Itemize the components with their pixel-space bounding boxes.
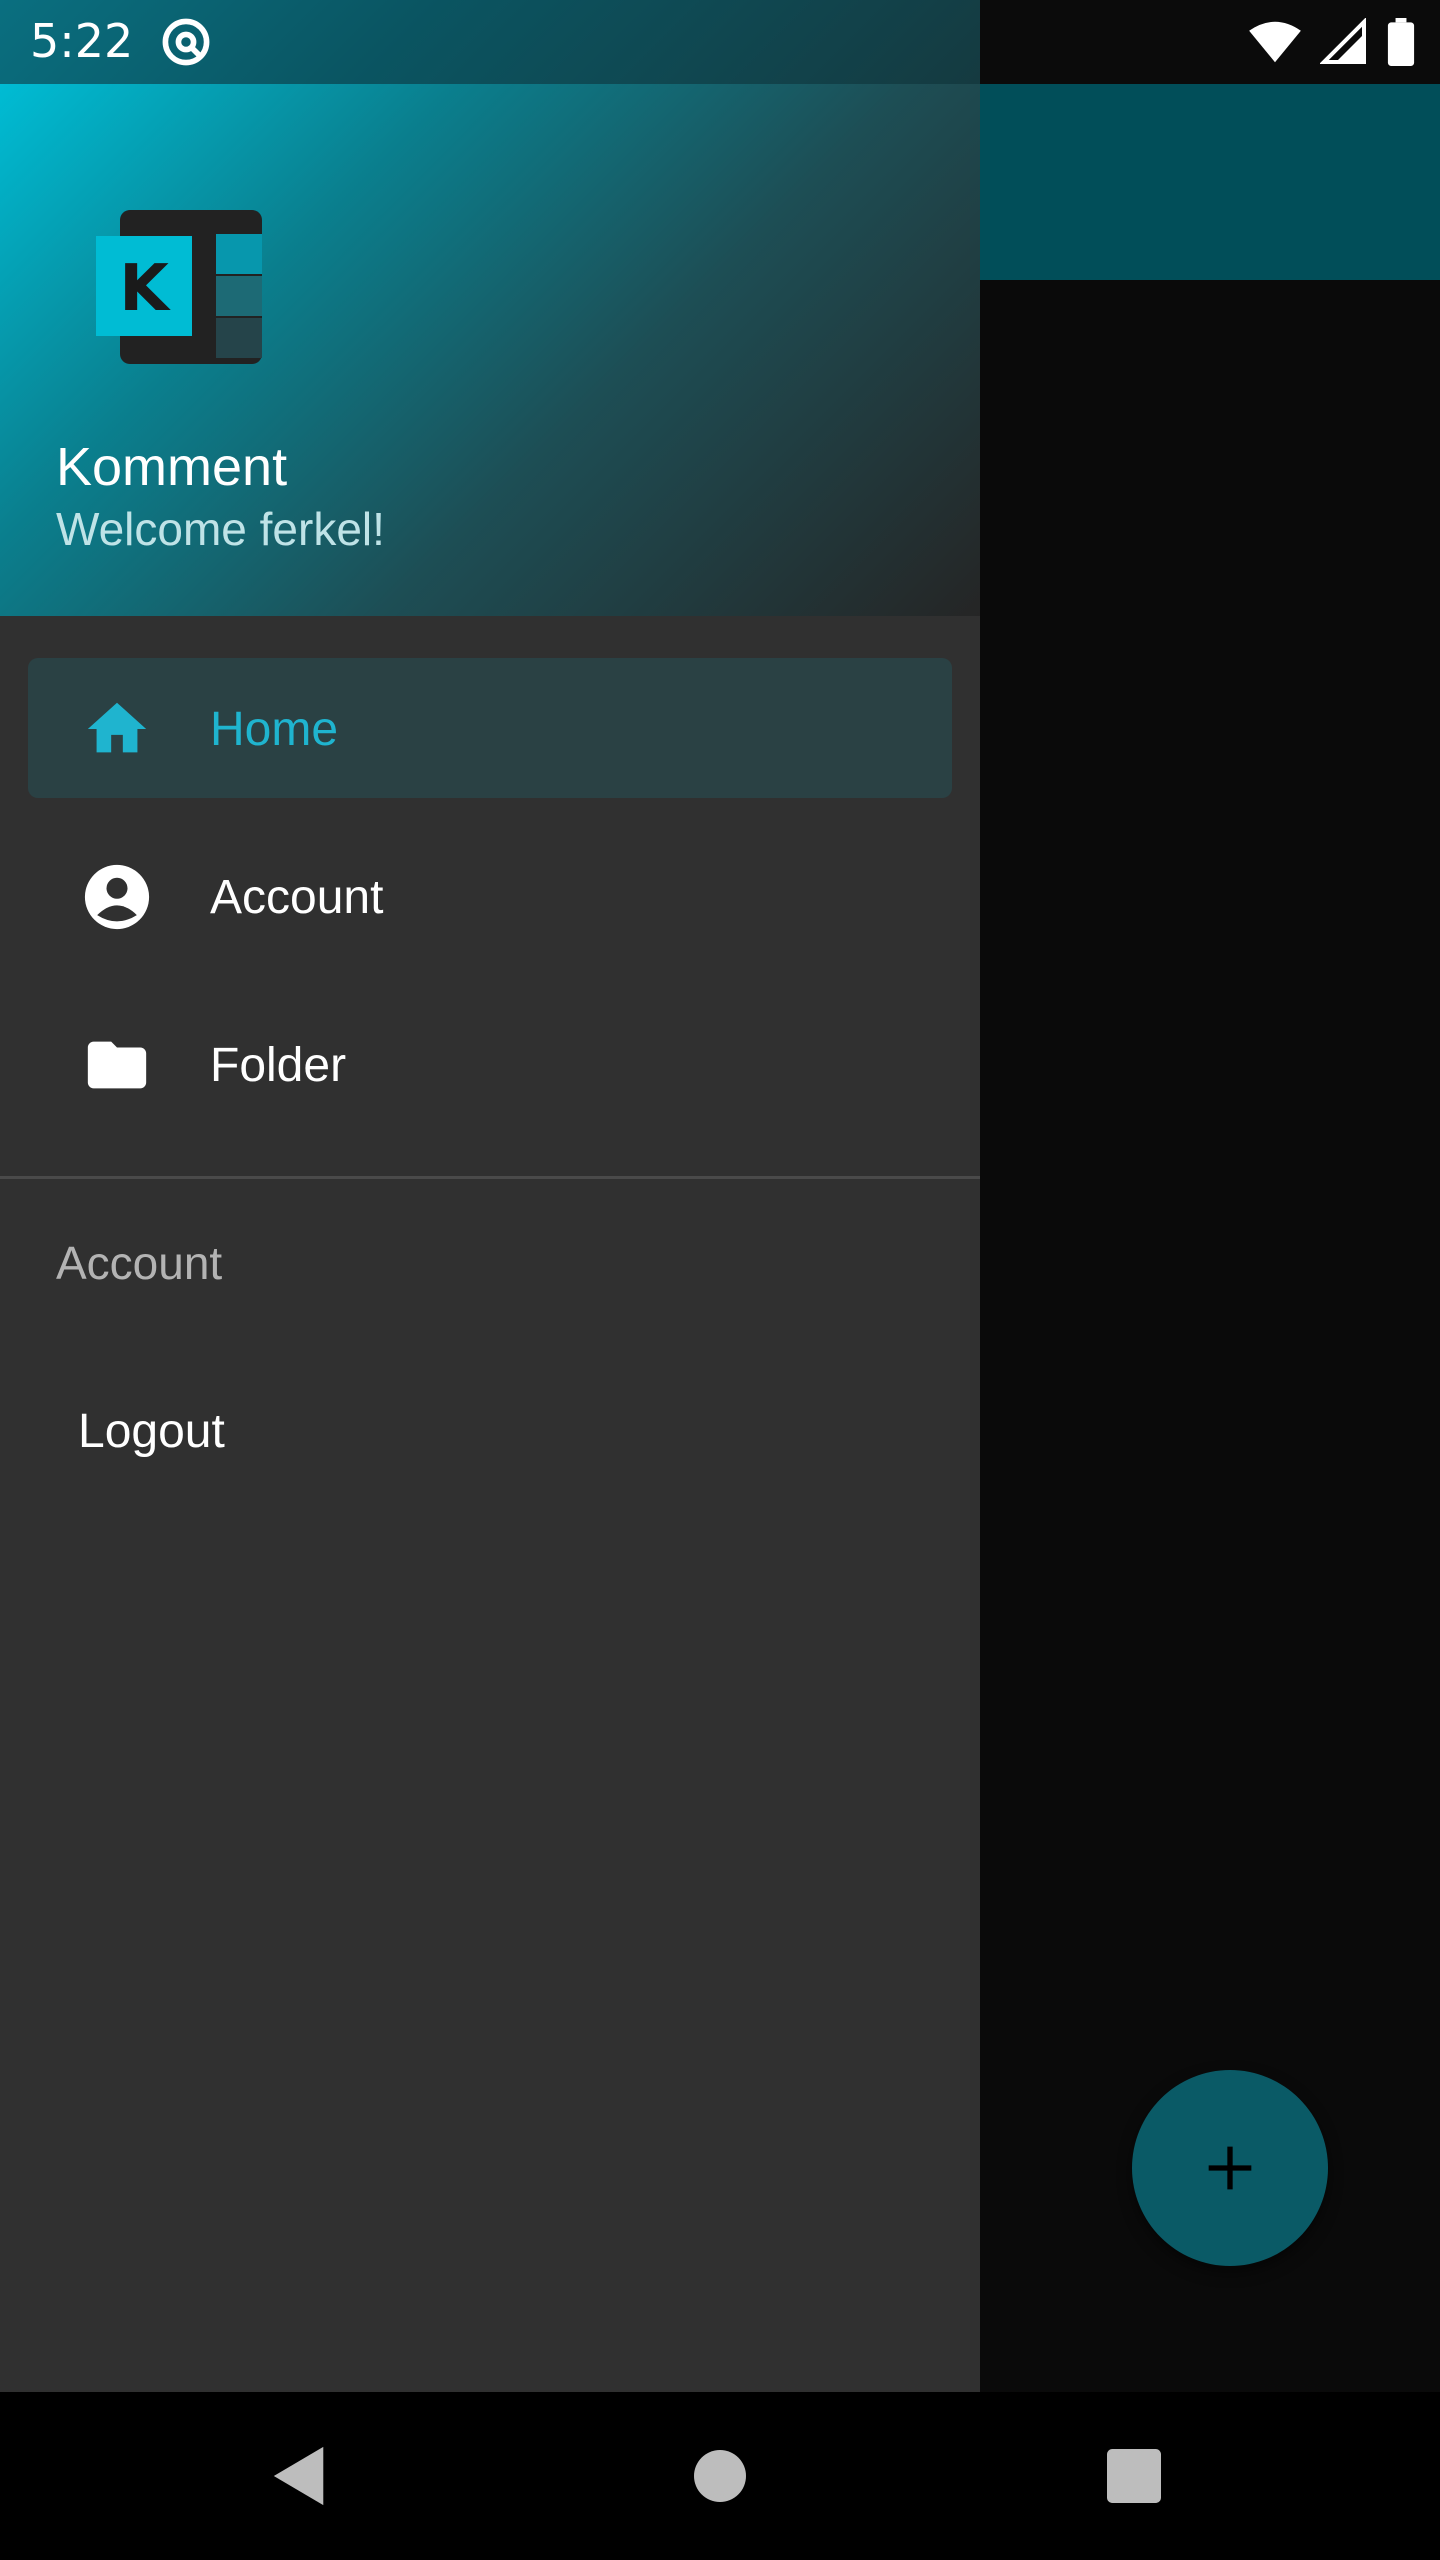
- recents-button[interactable]: [1094, 2436, 1174, 2516]
- folder-icon: [87, 1041, 147, 1089]
- battery-icon: [1387, 18, 1415, 66]
- cell-signal-icon: [1320, 18, 1366, 64]
- drawer-item-home[interactable]: Home: [28, 658, 952, 798]
- recents-icon: [1107, 2449, 1161, 2503]
- plus-icon: [1208, 2146, 1252, 2190]
- add-fab-button[interactable]: [1132, 2070, 1328, 2266]
- system-nav-bar: [0, 2392, 1440, 2560]
- status-time: 5:22: [30, 14, 134, 68]
- status-bar: 5:22: [0, 0, 1440, 84]
- drawer-section-title: Account: [56, 1237, 223, 1289]
- komment-logo-icon: K: [96, 210, 262, 364]
- app-notification-icon: [162, 18, 210, 66]
- back-button[interactable]: [260, 2436, 340, 2516]
- home-button[interactable]: [680, 2436, 760, 2516]
- logout-label: Logout: [78, 1405, 225, 1458]
- drawer-item-logout[interactable]: Logout: [28, 1360, 952, 1500]
- drawer-divider: [0, 1176, 980, 1179]
- account-circle-icon: [84, 864, 150, 930]
- status-icons: [1248, 18, 1416, 66]
- drawer-app-name: Komment: [56, 437, 288, 497]
- navigation-drawer: K Komment Welcome ferkel! Home Account F…: [0, 0, 980, 2392]
- wifi-icon: [1249, 21, 1301, 63]
- screen: 5:22 K Komment Welcome ferkel! Home Acco…: [0, 0, 1440, 2560]
- home-icon: [87, 702, 147, 753]
- logo-letter: K: [119, 252, 171, 326]
- drawer-item-label: Home: [210, 703, 339, 756]
- status-bar-tint: [0, 0, 980, 84]
- drawer-item-label: Folder: [210, 1039, 347, 1092]
- home-circle-icon: [694, 2450, 746, 2502]
- back-icon: [273, 2446, 324, 2506]
- drawer-item-account[interactable]: Account: [28, 826, 952, 966]
- drawer-item-folder[interactable]: Folder: [28, 994, 952, 1134]
- drawer-welcome-text: Welcome ferkel!: [56, 503, 385, 555]
- drawer-item-label: Account: [210, 871, 384, 924]
